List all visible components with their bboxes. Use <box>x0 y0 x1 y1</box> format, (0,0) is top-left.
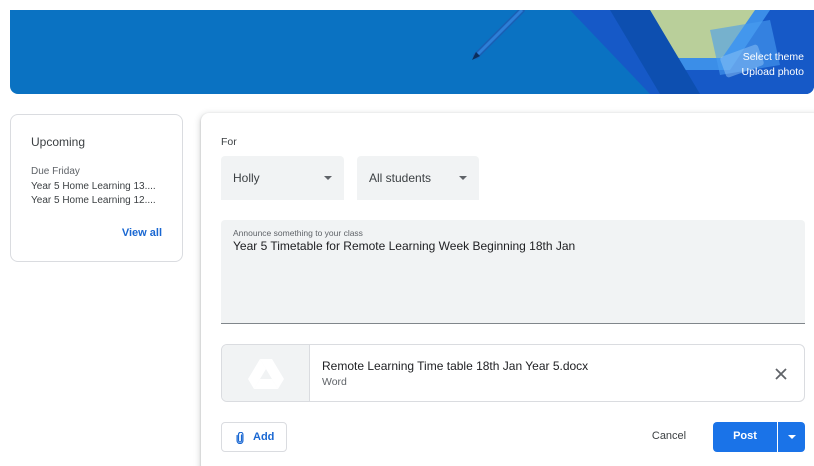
attachment-type: Word <box>322 376 347 388</box>
banner-illustration <box>472 10 814 94</box>
dropdown-arrow-icon <box>459 176 467 180</box>
class-banner: Select theme Upload photo <box>10 10 814 94</box>
class-select[interactable]: Holly <box>221 156 344 200</box>
add-attachment-button[interactable]: Add <box>221 422 287 452</box>
close-icon <box>775 368 787 380</box>
add-label: Add <box>253 431 275 443</box>
cancel-button[interactable]: Cancel <box>639 422 699 452</box>
post-options-button[interactable] <box>778 422 805 452</box>
view-all-link[interactable]: View all <box>122 227 162 239</box>
dropdown-arrow-icon <box>788 435 796 439</box>
paperclip-icon <box>236 432 244 444</box>
upcoming-title: Upcoming <box>31 135 86 149</box>
class-select-value: Holly <box>233 171 260 185</box>
students-select[interactable]: All students <box>357 156 479 200</box>
remove-attachment-button[interactable] <box>770 363 792 385</box>
announcement-composer: For Holly All students Announce somethin… <box>201 113 814 466</box>
post-button[interactable]: Post <box>713 422 777 452</box>
announcement-placeholder: Announce something to your class <box>233 228 363 238</box>
upload-photo-link[interactable]: Upload photo <box>742 65 804 80</box>
attachment-name: Remote Learning Time table 18th Jan Year… <box>322 359 589 373</box>
students-select-value: All students <box>369 171 432 185</box>
upcoming-card: Upcoming Due Friday Year 5 Home Learning… <box>10 114 183 262</box>
upcoming-item[interactable]: Year 5 Home Learning 13.... <box>31 180 165 194</box>
dropdown-arrow-icon <box>324 176 332 180</box>
attachment-thumbnail <box>222 345 310 401</box>
announcement-input[interactable]: Announce something to your class Year 5 … <box>221 220 805 324</box>
announcement-text: Year 5 Timetable for Remote Learning Wee… <box>233 239 576 253</box>
upcoming-item[interactable]: Year 5 Home Learning 12.... <box>31 194 165 208</box>
drive-icon <box>248 359 284 389</box>
due-label: Due Friday <box>31 166 80 177</box>
for-label: For <box>221 136 237 148</box>
attachment-card[interactable]: Remote Learning Time table 18th Jan Year… <box>221 344 805 402</box>
select-theme-link[interactable]: Select theme <box>742 50 804 65</box>
